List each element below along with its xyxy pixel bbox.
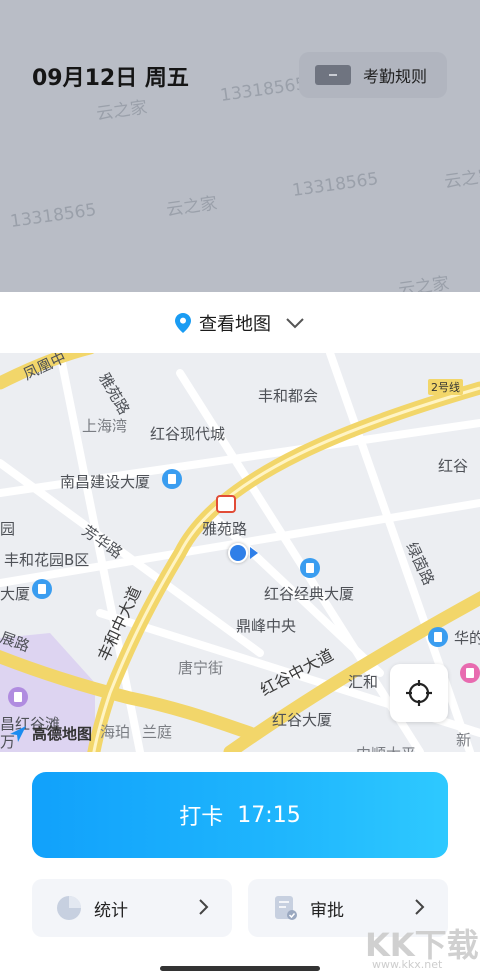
- map-label: 新: [456, 731, 472, 749]
- map-label: 丰和都会: [258, 387, 319, 405]
- watermark-phone: 13318565: [291, 169, 380, 201]
- map-label: 红谷大厦: [272, 711, 333, 729]
- watermark-phone: 13318565: [219, 74, 308, 106]
- pie-chart-icon: [57, 896, 81, 920]
- map-label: 唐宁街: [178, 659, 224, 677]
- map-view[interactable]: 凤凰中 雅苑路 丰和都会 2号线 上海湾 红谷现代城 红谷 南昌建设大厦 雅苑路…: [0, 353, 480, 752]
- view-map-toggle[interactable]: 查看地图: [0, 292, 480, 353]
- amap-logo-text: 高德地图: [32, 725, 93, 743]
- date-label: 09月12日 周五: [32, 66, 189, 91]
- punch-in-button[interactable]: 打卡 17:15: [32, 772, 448, 858]
- map-label: 红谷经典大厦: [264, 585, 355, 603]
- shop-poi-icon[interactable]: [8, 687, 28, 707]
- building-poi-icon[interactable]: [162, 469, 182, 489]
- attendance-header: 13318565 云之家 13318565 云之家 13318565 云之家 云…: [0, 0, 480, 292]
- map-label: 鼎峰中央: [236, 617, 297, 635]
- map-label: 中顺太平: [356, 743, 416, 752]
- map-label: 红谷: [438, 457, 469, 475]
- watermark-company: 云之家: [165, 193, 219, 221]
- map-label: 南昌建设大厦: [60, 473, 151, 491]
- approval-document-icon: [275, 896, 297, 920]
- map-label: 园: [0, 520, 16, 538]
- kk-download-url: www.kkx.net: [372, 958, 443, 971]
- building-poi-icon[interactable]: [32, 579, 52, 599]
- view-map-label: 查看地图: [199, 313, 271, 335]
- chevron-down-icon: [286, 317, 304, 328]
- approval-label: 审批: [310, 900, 344, 921]
- recenter-location-button[interactable]: [390, 664, 448, 722]
- map-label: 丰和花园B区: [4, 551, 90, 569]
- watermark-company: 云之家: [397, 273, 451, 292]
- direction-arrow-icon: [250, 547, 258, 559]
- map-label: 雅苑路: [202, 520, 248, 538]
- chevron-right-icon: [199, 899, 209, 915]
- rules-icon: [315, 65, 351, 85]
- home-indicator[interactable]: [160, 966, 320, 971]
- map-label: 上海湾: [82, 417, 128, 435]
- punch-label: 打卡: [179, 805, 224, 830]
- statistics-card[interactable]: 统计: [32, 879, 232, 937]
- shop-poi-icon[interactable]: [460, 663, 480, 683]
- watermark-phone: 13318565: [9, 200, 98, 232]
- map-label: 2号线: [428, 379, 463, 395]
- punch-time: 17:15: [237, 802, 301, 828]
- crosshair-icon: [406, 680, 432, 706]
- map-label: 海珀: [100, 723, 131, 741]
- watermark-company: 云之家: [443, 165, 480, 193]
- attendance-rules-button[interactable]: 考勤规则: [299, 52, 447, 98]
- metro-station-icon[interactable]: [216, 495, 236, 513]
- amap-logo: 高德地图: [8, 723, 92, 744]
- map-label: 华的: [454, 629, 480, 647]
- current-location-marker: [228, 543, 248, 563]
- map-label: 大厦: [0, 585, 31, 603]
- map-label: 红谷现代城: [150, 425, 226, 443]
- building-poi-icon[interactable]: [428, 627, 448, 647]
- chevron-right-icon: [415, 899, 425, 915]
- location-pin-icon: [175, 312, 191, 333]
- amap-arrow-icon: [10, 725, 26, 742]
- map-label: 兰庭: [142, 723, 173, 741]
- watermark-company: 云之家: [95, 97, 149, 125]
- statistics-label: 统计: [94, 900, 128, 921]
- building-poi-icon[interactable]: [300, 558, 320, 578]
- map-label: 汇和: [348, 673, 379, 691]
- attendance-rules-label: 考勤规则: [363, 67, 428, 86]
